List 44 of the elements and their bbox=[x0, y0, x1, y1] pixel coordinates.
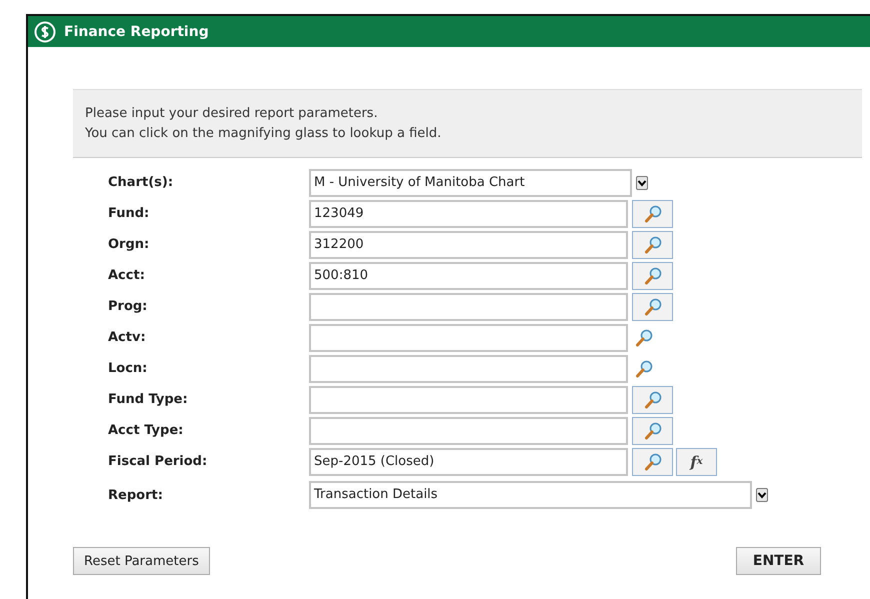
field-label: Orgn: bbox=[108, 237, 150, 252]
instruction-text: You can click on the magnifying glass to lookup a field. bbox=[85, 125, 442, 143]
field-label: Chart(s): bbox=[108, 175, 174, 190]
field-label: Report: bbox=[108, 488, 164, 502]
search-icon bbox=[642, 266, 662, 286]
lookup-button[interactable] bbox=[632, 230, 673, 258]
lookup-button[interactable] bbox=[632, 448, 673, 476]
search-icon[interactable] bbox=[634, 358, 654, 378]
field-label: Acct Type: bbox=[108, 423, 184, 438]
field-label: Prog: bbox=[108, 299, 148, 314]
search-icon bbox=[642, 234, 662, 254]
input-field[interactable] bbox=[309, 354, 628, 382]
window-title: Finance Reporting bbox=[64, 24, 209, 40]
lookup-button[interactable] bbox=[632, 200, 673, 228]
field-label: Locn: bbox=[108, 361, 148, 376]
search-icon bbox=[642, 296, 662, 316]
search-icon bbox=[642, 390, 662, 410]
field-label: Fiscal Period: bbox=[108, 454, 208, 469]
reset-parameters-button[interactable]: Reset Parameters bbox=[73, 547, 210, 575]
lookup-button[interactable] bbox=[632, 416, 673, 444]
input-field[interactable]: 500:810 bbox=[309, 262, 628, 290]
input-field[interactable] bbox=[309, 416, 628, 444]
input-field[interactable]: 123049 bbox=[309, 200, 628, 228]
input-field[interactable]: 312200 bbox=[309, 230, 628, 258]
input-field[interactable] bbox=[309, 324, 628, 352]
input-field[interactable] bbox=[309, 386, 628, 414]
dollar-icon bbox=[34, 20, 56, 42]
input-field[interactable]: Sep-2015 (Closed) bbox=[309, 448, 628, 476]
dropdown-field[interactable]: Transaction Details bbox=[309, 481, 752, 509]
lookup-button[interactable] bbox=[632, 292, 673, 320]
input-field[interactable] bbox=[309, 292, 628, 320]
field-label: Actv: bbox=[108, 330, 147, 345]
search-icon bbox=[642, 452, 662, 472]
dropdown-field[interactable]: M - University of Manitoba Chart bbox=[309, 168, 632, 196]
field-label: Fund: bbox=[108, 206, 150, 221]
search-icon bbox=[642, 420, 662, 440]
search-icon[interactable] bbox=[634, 328, 654, 348]
field-label: Fund Type: bbox=[108, 392, 189, 407]
lookup-button[interactable] bbox=[632, 386, 673, 414]
field-label: Acct: bbox=[108, 268, 146, 283]
lookup-button[interactable] bbox=[632, 262, 673, 290]
instruction-text: Please input your desired report parameters. bbox=[85, 105, 379, 123]
enter-button[interactable]: ENTER bbox=[736, 547, 821, 575]
search-icon bbox=[642, 204, 662, 224]
